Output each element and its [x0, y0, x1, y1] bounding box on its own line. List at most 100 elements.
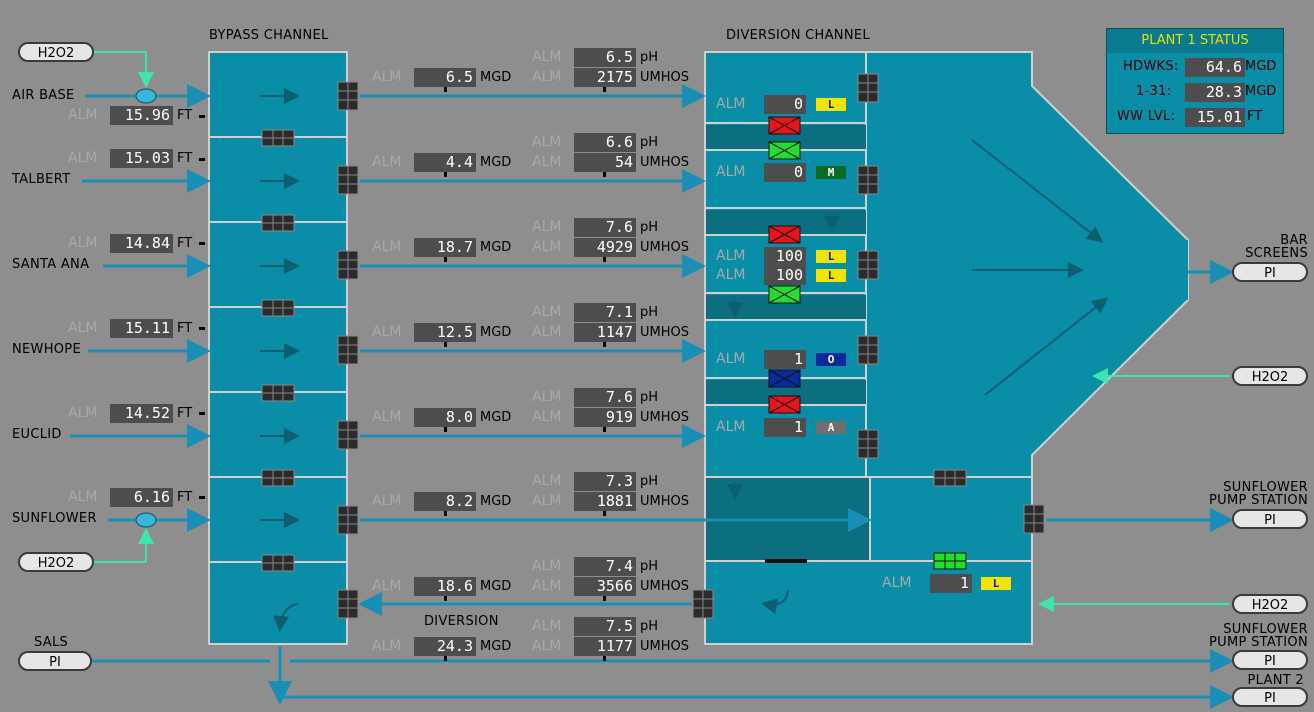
ph-r4: 7.1 [574, 303, 636, 322]
unit-ft-sunflower: FT [177, 490, 193, 505]
valve-closed-3[interactable] [768, 395, 801, 414]
hdwks-value: 64.6 [1185, 58, 1245, 77]
unit-ph-r4: pH [640, 305, 659, 320]
gate-2-value: 0 [764, 163, 806, 182]
flow-r2: 4.4 [414, 153, 476, 172]
level-talbert: 15.03 [110, 149, 173, 168]
alm-gate-4: ALM [716, 267, 746, 283]
unit-ph-r8: pH [640, 619, 659, 634]
ph-r8: 7.5 [574, 617, 636, 636]
green-gate-grid[interactable] [933, 552, 967, 570]
alm-talbert: ALM [68, 150, 98, 166]
gate-1-value: 0 [764, 95, 806, 114]
gate-6-value: 1 [764, 418, 806, 437]
r131-value: 28.3 [1185, 83, 1245, 102]
alm-ph-r1: ALM [532, 49, 562, 65]
unit-mgd-r1: MGD [480, 70, 512, 85]
alm-umhos-r1: ALM [532, 69, 562, 85]
unit-mgd-r3: MGD [480, 240, 512, 255]
unit-ft-euclid: FT [177, 406, 193, 421]
unit-ft-newhope: FT [177, 321, 193, 336]
pi-button-sunflower-ps-2[interactable]: PI [1232, 650, 1308, 670]
alm-gate-6: ALM [716, 419, 746, 435]
alm-umhos-r8: ALM [532, 638, 562, 654]
umhos-r4: 1147 [574, 323, 636, 342]
valve-blue[interactable] [768, 369, 801, 388]
h2o2-button-sunflower[interactable]: H2O2 [18, 552, 94, 572]
gate-3-mode: L [816, 250, 846, 263]
wwlvl-unit: FT [1247, 109, 1263, 124]
unit-mgd-r8: MGD [480, 639, 512, 654]
unit-ph-r1: pH [640, 50, 659, 65]
gate-5-mode: O [816, 353, 846, 366]
alm-euclid: ALM [68, 405, 98, 421]
h2o2-button-channel[interactable]: H2O2 [1232, 366, 1308, 386]
level-euclid: 14.52 [110, 404, 173, 423]
unit-mgd-r6: MGD [480, 494, 512, 509]
flow-r6: 8.2 [414, 492, 476, 511]
r131-label: 1-31: [1136, 84, 1172, 99]
alm-ph-r3: ALM [532, 219, 562, 235]
wwlvl-label: WW LVL: [1117, 109, 1176, 124]
plant-status-panel: PLANT 1 STATUS HDWKS: 64.6 MGD 1-31: 28.… [1106, 28, 1284, 134]
source-sunflower: SUNFLOWER [12, 511, 97, 526]
unit-umhos-r7: UMHOS [640, 579, 689, 594]
alm-flow-r4: ALM [372, 324, 402, 340]
sunflower-ps-2-line2: PUMP STATION [1209, 635, 1308, 650]
umhos-r8: 1177 [574, 637, 636, 656]
pi-button-sunflower-ps-1[interactable]: PI [1232, 509, 1308, 529]
h2o2-button-lower[interactable]: H2O2 [1232, 594, 1308, 614]
alm-umhos-r5: ALM [532, 409, 562, 425]
unit-umhos-r8: UMHOS [640, 639, 689, 654]
alm-ph-r7: ALM [532, 558, 562, 574]
valve-open-2[interactable] [768, 285, 801, 304]
pi-button-plant-2[interactable]: PI [1232, 687, 1308, 707]
alm-umhos-r2: ALM [532, 154, 562, 170]
alm-ph-r6: ALM [532, 473, 562, 489]
valve-closed-1[interactable] [768, 116, 801, 135]
ph-r3: 7.6 [574, 218, 636, 237]
valve-open-1[interactable] [768, 141, 801, 160]
unit-ph-r2: pH [640, 135, 659, 150]
umhos-r3: 4929 [574, 238, 636, 257]
unit-umhos-r1: UMHOS [640, 70, 689, 85]
alm-ph-r4: ALM [532, 304, 562, 320]
h2o2-button-air-base[interactable]: H2O2 [18, 42, 94, 62]
flow-r3: 18.7 [414, 238, 476, 257]
unit-umhos-r2: UMHOS [640, 155, 689, 170]
alm-flow-r1: ALM [372, 69, 402, 85]
unit-umhos-r6: UMHOS [640, 494, 689, 509]
ph-r5: 7.6 [574, 388, 636, 407]
alm-flow-r8: ALM [372, 638, 402, 654]
source-sals: SALS [34, 635, 69, 650]
alm-umhos-r6: ALM [532, 493, 562, 509]
unit-ph-r7: pH [640, 559, 659, 574]
gate-4-value: 100 [764, 266, 806, 285]
pi-button-sals[interactable]: PI [18, 651, 92, 671]
alm-flow-r3: ALM [372, 239, 402, 255]
unit-umhos-r5: UMHOS [640, 410, 689, 425]
r131-unit: MGD [1245, 84, 1277, 99]
umhos-r7: 3566 [574, 577, 636, 596]
ph-r7: 7.4 [574, 557, 636, 576]
gate-1-mode: L [816, 98, 846, 111]
alm-ph-r8: ALM [532, 618, 562, 634]
alm-gate-2: ALM [716, 164, 746, 180]
alm-ph-r5: ALM [532, 389, 562, 405]
flow-r1: 6.5 [414, 68, 476, 87]
alm-air-base: ALM [68, 107, 98, 123]
alm-flow-r7: ALM [372, 578, 402, 594]
air-base-mixer [135, 88, 157, 104]
umhos-r5: 919 [574, 408, 636, 427]
alm-umhos-r4: ALM [532, 324, 562, 340]
ph-r6: 7.3 [574, 472, 636, 491]
hdwks-unit: MGD [1245, 59, 1277, 74]
source-newhope: NEWHOPE [12, 342, 81, 357]
gate-5-value: 1 [764, 350, 806, 369]
flow-r8: 24.3 [414, 637, 476, 656]
plant-2-label: PLANT 2 [1247, 673, 1304, 688]
alm-flow-r6: ALM [372, 493, 402, 509]
pi-button-bar-screens[interactable]: PI [1232, 262, 1308, 282]
valve-closed-2[interactable] [768, 225, 801, 244]
flow-r5: 8.0 [414, 408, 476, 427]
